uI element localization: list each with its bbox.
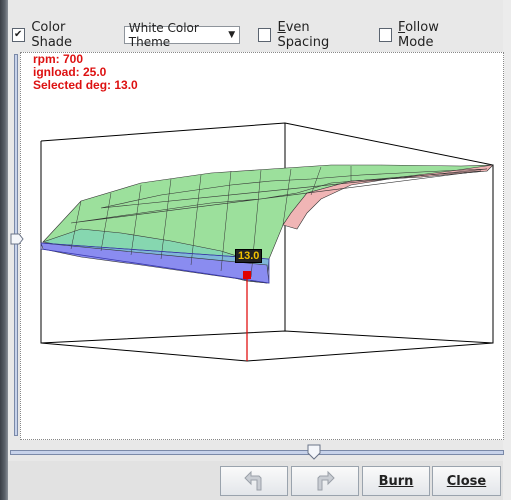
even-spacing-label-rest: ven Spacing xyxy=(277,20,330,50)
color-shade-check-icon[interactable] xyxy=(12,28,26,42)
surface-mesh xyxy=(40,164,494,284)
background-window-edge xyxy=(0,0,8,500)
redo-icon xyxy=(317,470,335,491)
color-shade-label: Color Shade xyxy=(31,20,73,50)
surface-plot[interactable]: rpm: 700 ignload: 25.0 Selected deg: 13.… xyxy=(20,52,504,440)
even-spacing-check-icon[interactable] xyxy=(258,28,272,42)
toolbar: Color Shade White Color Theme ▼ Even Spa… xyxy=(12,20,492,50)
burn-button-label: Burn xyxy=(378,473,414,489)
undo-icon xyxy=(244,470,262,491)
surface-3d-graphic[interactable] xyxy=(21,53,505,441)
selection-marker[interactable] xyxy=(243,271,251,361)
close-button-label: Close xyxy=(446,473,487,489)
theme-select-value: White Color Theme xyxy=(128,21,199,49)
chevron-down-icon[interactable]: ▼ xyxy=(228,30,235,40)
burn-button[interactable]: Burn xyxy=(362,466,430,496)
follow-mode-label: Follow Mode xyxy=(398,20,439,50)
even-spacing-checkbox[interactable]: Even Spacing xyxy=(258,20,361,50)
color-shade-checkbox[interactable]: Color Shade xyxy=(12,20,106,50)
close-button[interactable]: Close xyxy=(432,466,501,496)
horizontal-slider-thumb[interactable] xyxy=(306,444,322,460)
follow-mode-checkbox[interactable]: Follow Mode xyxy=(378,20,474,50)
horizontal-slider-track[interactable] xyxy=(10,450,504,455)
redo-button[interactable] xyxy=(291,466,359,496)
vertical-slider-thumb[interactable] xyxy=(10,232,24,246)
horizontal-rotation-slider[interactable] xyxy=(10,444,504,460)
follow-mode-label-rest: ollow Mode xyxy=(398,20,439,50)
vertical-rotation-slider[interactable] xyxy=(10,50,24,440)
theme-select[interactable]: White Color Theme ▼ xyxy=(123,21,241,49)
undo-button[interactable] xyxy=(220,466,288,496)
even-spacing-label: Even Spacing xyxy=(277,20,330,50)
selected-value-text: 13.0 xyxy=(238,250,260,262)
follow-mode-check-icon[interactable] xyxy=(378,28,393,42)
selected-value-tooltip: 13.0 xyxy=(235,249,263,263)
